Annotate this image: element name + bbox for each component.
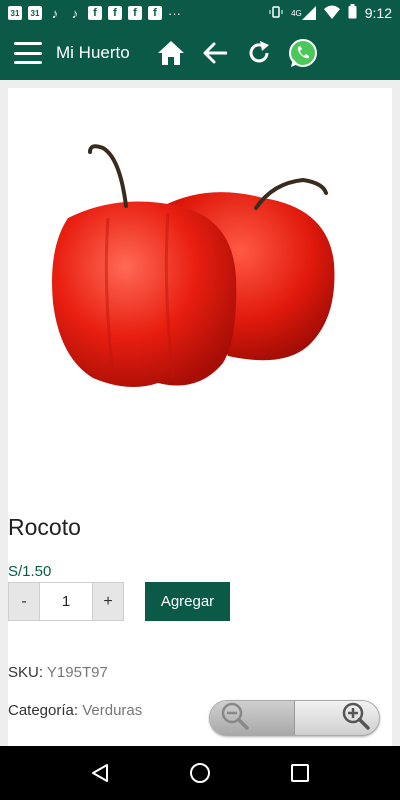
battery-icon <box>348 4 357 22</box>
zoom-control <box>209 700 380 736</box>
facebook-icon: f <box>128 6 142 20</box>
sku-row: SKU: Y195T97 <box>8 664 108 681</box>
category-row: Categoría: Verduras <box>8 702 142 719</box>
network-type: 4G <box>291 8 302 18</box>
calendar-icon: 31 <box>28 6 42 20</box>
quantity-input[interactable]: 1 <box>40 582 92 621</box>
product-detail: Rocoto S/1.50 - 1 + Agregar SKU: Y195T97… <box>0 80 400 746</box>
facebook-icon: f <box>108 6 122 20</box>
status-bar: 31 31 ♪ ♪ f f f f ··· 4G 9:12 <box>0 0 400 26</box>
product-card: Rocoto S/1.50 - 1 + Agregar SKU: Y195T97… <box>8 88 392 746</box>
zoom-in-icon <box>341 701 371 735</box>
app-bar: Mi Huerto <box>0 26 400 80</box>
more-notifications-icon: ··· <box>168 5 181 21</box>
app-title: Mi Huerto <box>56 43 130 62</box>
whatsapp-icon[interactable] <box>288 38 318 68</box>
back-arrow-icon[interactable] <box>200 38 230 68</box>
signal-4g-icon: 4G <box>291 6 316 20</box>
calendar-icon: 31 <box>8 6 22 20</box>
vibrate-icon <box>269 5 283 22</box>
recents-square-icon[interactable] <box>285 758 315 788</box>
product-image <box>8 88 392 478</box>
system-nav-bar <box>0 746 400 800</box>
sku-label: SKU: <box>8 664 44 681</box>
quantity-stepper: - 1 + <box>8 582 124 621</box>
category-label: Categoría: <box>8 702 79 719</box>
sku-value: Y195T97 <box>46 664 108 681</box>
wifi-icon <box>323 5 340 22</box>
tiktok-icon: ♪ <box>71 5 79 21</box>
home-circle-icon[interactable] <box>185 758 215 788</box>
back-triangle-icon[interactable] <box>85 758 115 788</box>
category-link[interactable]: Verduras <box>82 702 142 719</box>
refresh-icon[interactable] <box>244 38 274 68</box>
facebook-icon: f <box>88 6 102 20</box>
home-icon[interactable] <box>156 38 186 68</box>
facebook-icon: f <box>148 6 162 20</box>
tiktok-icon: ♪ <box>51 5 59 21</box>
notification-icons: 31 31 ♪ ♪ f f f f ··· <box>8 6 181 21</box>
add-to-cart-button[interactable]: Agregar <box>145 582 230 621</box>
clock: 9:12 <box>364 5 392 21</box>
system-icons: 4G 9:12 <box>269 4 392 22</box>
product-price: S/1.50 <box>8 563 52 580</box>
product-name: Rocoto <box>8 514 81 540</box>
zoom-in-button[interactable] <box>295 701 380 735</box>
increment-button[interactable]: + <box>92 582 124 621</box>
zoom-out-icon <box>220 701 250 735</box>
decrement-button[interactable]: - <box>8 582 40 621</box>
zoom-out-button[interactable] <box>210 701 295 735</box>
menu-icon[interactable] <box>14 42 42 64</box>
